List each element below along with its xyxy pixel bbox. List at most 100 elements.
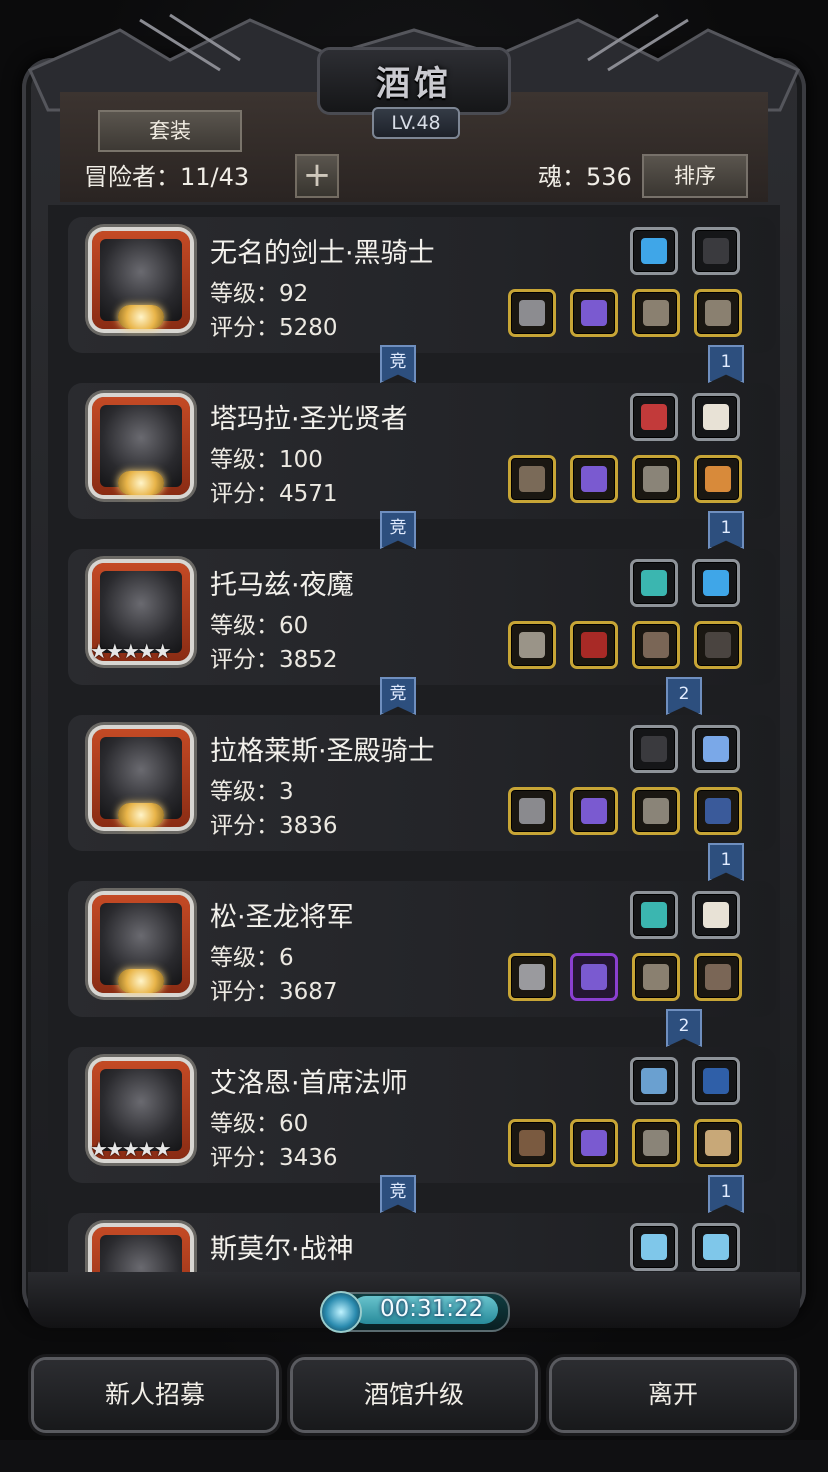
equipment-slot[interactable] [632, 289, 680, 337]
hero-portrait[interactable] [92, 1227, 190, 1273]
arena-link-tag: 竞 [380, 511, 416, 549]
lightning-rune-icon [703, 736, 729, 762]
equipment-slot[interactable] [694, 787, 742, 835]
accessory-slot[interactable] [692, 227, 740, 275]
equipment-slot[interactable] [570, 1119, 618, 1167]
hero-level: 等级：60 [210, 1111, 309, 1137]
hero-level: 等级：6 [210, 945, 294, 971]
equipment-slot[interactable] [508, 787, 556, 835]
axe-icon [519, 798, 545, 824]
equipment-slot[interactable] [508, 455, 556, 503]
moon-badge-icon [118, 305, 164, 329]
avatar [100, 1235, 182, 1273]
hero-card[interactable]: 塔玛拉·圣光贤者 等级：100 评分：4571 [68, 383, 776, 519]
equipment-slot[interactable] [508, 1119, 556, 1167]
accessory-slot[interactable] [630, 559, 678, 607]
hero-level: 等级：60 [210, 613, 309, 639]
hero-card[interactable]: ★★★★★ 托马兹·夜魔 等级：60 评分：3852 [68, 549, 776, 685]
blue-scroll-icon [703, 1234, 729, 1260]
helmet-icon [705, 300, 731, 326]
add-slot-button[interactable]: + [295, 154, 339, 198]
hero-name: 拉格莱斯·圣殿骑士 [210, 736, 435, 767]
teal-gem-icon [641, 902, 667, 928]
accessory-slot[interactable] [692, 1223, 740, 1271]
hero-name: 松·圣龙将军 [210, 902, 354, 933]
hero-score: 评分：3687 [210, 979, 338, 1005]
accessory-slot[interactable] [630, 1223, 678, 1271]
tavern-level-badge: LV.48 [372, 107, 460, 139]
hero-card[interactable]: 无名的剑士·黑骑士 等级：92 评分：5280 [68, 217, 776, 353]
star-rating: ★★★★★ [90, 1137, 172, 1161]
hero-card[interactable]: 斯莫尔·战神 [68, 1213, 776, 1273]
rank-link-tag: 2 [666, 677, 702, 715]
equipment-slot[interactable] [632, 787, 680, 835]
rank-link-tag: 1 [708, 1175, 744, 1213]
purple-armor-icon [581, 964, 607, 990]
arena-link-tag: 竞 [380, 677, 416, 715]
accessory-slot[interactable] [630, 393, 678, 441]
equipment-slot[interactable] [694, 1119, 742, 1167]
recruit-button[interactable]: 新人招募 [34, 1360, 276, 1430]
red-eye-helm-icon [705, 798, 731, 824]
sword-icon [519, 964, 545, 990]
gauntlet-icon [643, 798, 669, 824]
moon-badge-icon [118, 969, 164, 993]
equipment-slot[interactable] [570, 621, 618, 669]
suit-button[interactable]: 套装 [98, 110, 242, 152]
accessory-slot[interactable] [630, 1057, 678, 1105]
equipment-slot[interactable] [694, 953, 742, 1001]
hero-list[interactable]: 无名的剑士·黑骑士 等级：92 评分：5280 竞 1 塔玛拉·圣光贤者 等级：100 评分：… [48, 205, 780, 1273]
accessory-slot[interactable] [692, 725, 740, 773]
equipment-slot[interactable] [632, 1119, 680, 1167]
accessory-slot[interactable] [692, 891, 740, 939]
blue-scroll-icon [641, 1234, 667, 1260]
black-glove-icon [641, 736, 667, 762]
ring-icon [705, 466, 731, 492]
equipment-slot[interactable] [508, 621, 556, 669]
staff-icon [519, 1130, 545, 1156]
adventurer-count: 冒险者：11/43 [84, 163, 250, 191]
black-glove-icon [703, 238, 729, 264]
boots-icon [705, 964, 731, 990]
sort-button[interactable]: 排序 [642, 154, 748, 198]
necklace-icon [705, 1130, 731, 1156]
equipment-slot[interactable] [570, 787, 618, 835]
equipment-slot[interactable] [694, 289, 742, 337]
equipment-slot[interactable] [570, 289, 618, 337]
hero-score: 评分：3852 [210, 647, 338, 673]
equipment-slot[interactable] [570, 953, 618, 1001]
blue-crystal-icon [641, 238, 667, 264]
boots-icon [643, 632, 669, 658]
equipment-slot[interactable] [508, 289, 556, 337]
equipment-slot[interactable] [694, 621, 742, 669]
leave-button[interactable]: 离开 [552, 1360, 794, 1430]
accessory-slot[interactable] [630, 725, 678, 773]
accessory-slot[interactable] [630, 227, 678, 275]
upgrade-tavern-button[interactable]: 酒馆升级 [293, 1360, 535, 1430]
footer-background [0, 1440, 828, 1472]
gauntlet-icon [643, 466, 669, 492]
accessory-slot[interactable] [692, 1057, 740, 1105]
equipment-slot[interactable] [694, 455, 742, 503]
red-hood-icon [581, 632, 607, 658]
rank-link-tag: 1 [708, 511, 744, 549]
hero-card[interactable]: 拉格莱斯·圣殿骑士 等级：3 评分：3836 [68, 715, 776, 851]
equipment-slot[interactable] [632, 621, 680, 669]
equipment-slot[interactable] [508, 953, 556, 1001]
accessory-slot[interactable] [692, 559, 740, 607]
hero-name: 斯莫尔·战神 [210, 1234, 354, 1265]
equipment-slot[interactable] [632, 455, 680, 503]
clock-icon [320, 1291, 362, 1333]
hero-level: 等级：3 [210, 779, 294, 805]
hero-card[interactable]: 松·圣龙将军等级：6 评分：3687 [68, 881, 776, 1017]
accessory-slot[interactable] [630, 891, 678, 939]
gauntlet-icon [643, 1130, 669, 1156]
moon-badge-icon [118, 471, 164, 495]
cloak-icon [705, 632, 731, 658]
accessory-slot[interactable] [692, 393, 740, 441]
purple-armor-icon [581, 798, 607, 824]
equipment-slot[interactable] [570, 455, 618, 503]
equipment-slot[interactable] [632, 953, 680, 1001]
star-rating: ★★★★★ [90, 639, 172, 663]
hero-card[interactable]: ★★★★★ 艾洛恩·首席法师 等级：60 评分：3436 [68, 1047, 776, 1183]
